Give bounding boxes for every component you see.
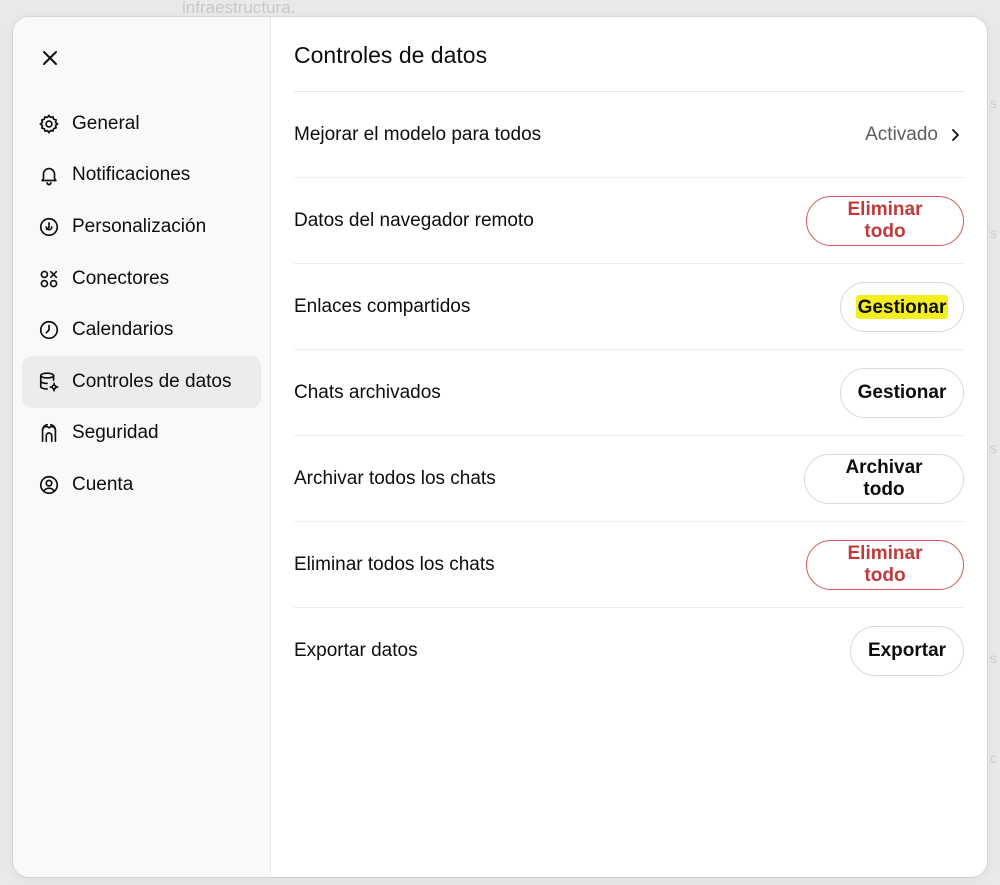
page-title: Controles de datos <box>294 42 488 68</box>
sidebar-item-notificaciones[interactable]: Notificaciones <box>22 150 261 202</box>
background-fragment: s <box>990 650 997 666</box>
sidebar-item-label: Conectores <box>72 267 170 289</box>
sidebar-item-controles-de-datos[interactable]: Controles de datos <box>22 355 261 408</box>
delete-all-chats-button[interactable]: Eliminar todo <box>806 539 964 590</box>
settings-dialog: General Notificaciones Personalización C… <box>13 17 987 877</box>
sidebar-item-general[interactable]: General <box>22 98 261 150</box>
settings-sidebar: General Notificaciones Personalización C… <box>13 17 271 877</box>
background-fragment: c <box>990 750 997 766</box>
settings-content: Controles de datos Mejorar el modelo par… <box>294 17 964 877</box>
manage-shared-links-button[interactable]: Gestionar <box>840 281 964 332</box>
row-label: Mejorar el modelo para todos <box>294 123 542 145</box>
sidebar-item-label: Notificaciones <box>72 164 191 186</box>
database-gear-icon <box>38 371 60 393</box>
highlighted-label: Gestionar <box>855 294 949 319</box>
row-mejorar-modelo[interactable]: Mejorar el modelo para todos Activado <box>294 92 964 178</box>
status-text: Activado <box>865 123 938 145</box>
row-label: Exportar datos <box>294 640 418 661</box>
background-fragment: s <box>990 440 997 456</box>
sidebar-item-conectores[interactable]: Conectores <box>22 253 261 305</box>
row-label: Archivar todos los chats <box>294 467 496 489</box>
gear-icon <box>38 113 60 135</box>
sidebar-item-label: Controles de datos <box>72 370 232 392</box>
sidebar-item-cuenta[interactable]: Cuenta <box>22 459 261 511</box>
account-icon <box>38 474 60 496</box>
sidebar-item-personalizacion[interactable]: Personalización <box>22 201 261 253</box>
background-fragment: s <box>990 95 997 111</box>
connectors-icon <box>38 268 60 290</box>
settings-list: Mejorar el modelo para todos Activado Da… <box>294 92 964 694</box>
row-archivar-chats: Archivar todos los chats Archivar todo <box>294 436 964 522</box>
delete-browser-data-button[interactable]: Eliminar todo <box>806 195 964 246</box>
row-chats-archivados: Chats archivados Gestionar <box>294 350 964 436</box>
sidebar-item-calendarios[interactable]: Calendarios <box>22 304 261 356</box>
archive-all-chats-button[interactable]: Archivar todo <box>804 453 964 504</box>
row-label: Eliminar todos los chats <box>294 553 495 575</box>
close-button[interactable] <box>37 45 63 71</box>
sidebar-item-label: Personalización <box>72 215 207 237</box>
row-enlaces-compartidos: Enlaces compartidos Gestionar <box>294 264 964 350</box>
sidebar-item-label: Calendarios <box>72 319 174 341</box>
row-exportar-datos: Exportar datos Exportar <box>294 608 964 694</box>
sidebar-item-label: Cuenta <box>72 473 134 495</box>
bell-icon <box>38 164 60 186</box>
clock-icon <box>38 319 60 341</box>
export-data-button[interactable]: Exportar <box>850 626 964 676</box>
row-datos-navegador: Datos del navegador remoto Eliminar todo <box>294 178 964 264</box>
improve-model-toggle[interactable]: Activado <box>865 124 964 146</box>
manage-archived-chats-button[interactable]: Gestionar <box>840 367 964 418</box>
settings-nav: General Notificaciones Personalización C… <box>22 98 261 511</box>
row-label: Enlaces compartidos <box>294 295 471 317</box>
row-label: Chats archivados <box>294 381 441 403</box>
chevron-right-icon <box>948 127 964 143</box>
row-label: Datos del navegador remoto <box>294 209 534 231</box>
sidebar-item-seguridad[interactable]: Seguridad <box>22 408 261 460</box>
background-fragment: s <box>990 225 997 241</box>
sidebar-item-label: General <box>72 112 140 134</box>
row-eliminar-chats: Eliminar todos los chats Eliminar todo <box>294 522 964 608</box>
sidebar-item-label: Seguridad <box>72 422 159 444</box>
background-text: infraestructura. <box>182 0 296 17</box>
personalization-icon <box>38 216 60 238</box>
close-icon <box>43 51 57 65</box>
security-icon <box>38 422 60 444</box>
